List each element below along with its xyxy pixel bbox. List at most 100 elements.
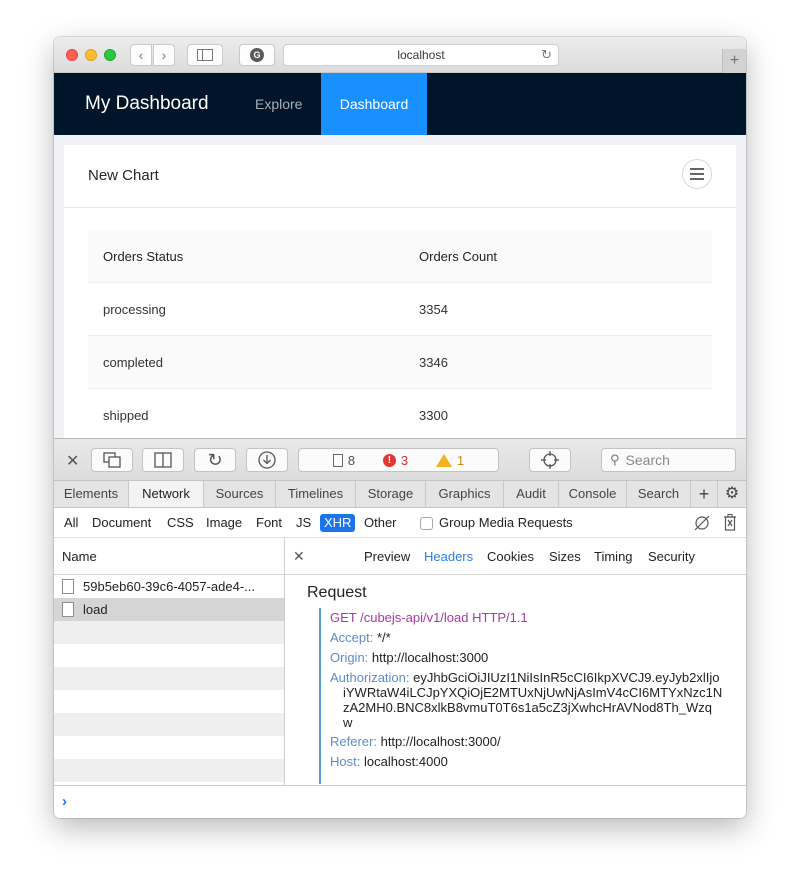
errors-count-group: ! 3 bbox=[382, 453, 408, 468]
nav-item-dashboard[interactable]: Dashboard bbox=[321, 73, 427, 135]
card-menu-button[interactable] bbox=[682, 159, 712, 189]
filter-other[interactable]: Other bbox=[364, 515, 397, 530]
nav-item-explore[interactable]: Explore bbox=[255, 73, 302, 135]
close-devtools-icon[interactable]: ✕ bbox=[66, 451, 79, 471]
close-window-button[interactable] bbox=[66, 49, 78, 61]
console-prompt-bar[interactable]: › bbox=[54, 785, 746, 818]
tab-network[interactable]: Network bbox=[129, 481, 204, 507]
header-value-continued: w bbox=[343, 715, 353, 730]
card-title: New Chart bbox=[88, 167, 159, 184]
header-origin: Origin: http://localhost:3000 bbox=[330, 648, 729, 668]
detail-tab-sizes[interactable]: Sizes bbox=[549, 538, 581, 575]
devtools-toolbar: ✕ ↻ 8 ! 3 1 ⚲ Search bbox=[54, 438, 746, 481]
filter-all[interactable]: All bbox=[64, 515, 78, 530]
table-row: completed 3346 bbox=[88, 336, 712, 389]
address-bar[interactable]: localhost ↻ bbox=[283, 44, 559, 66]
app-header: My Dashboard Explore Dashboard bbox=[54, 73, 746, 135]
column-header-orders-count: Orders Count bbox=[419, 248, 498, 264]
empty-row bbox=[54, 667, 284, 690]
filter-image[interactable]: Image bbox=[206, 515, 242, 530]
devtools-search-field[interactable]: ⚲ Search bbox=[601, 448, 736, 472]
search-icon: ⚲ bbox=[610, 452, 620, 467]
download-button[interactable] bbox=[246, 448, 288, 472]
name-column-header[interactable]: Name bbox=[54, 538, 284, 575]
minimize-window-button[interactable] bbox=[85, 49, 97, 61]
table-cell-count: 3346 bbox=[419, 354, 448, 370]
sidebar-toggle-button[interactable] bbox=[187, 44, 223, 66]
table-header-row: Orders Status Orders Count bbox=[88, 230, 712, 283]
header-host: Host: localhost:4000 bbox=[330, 752, 729, 772]
sidebar-icon bbox=[197, 49, 213, 61]
url-text: localhost bbox=[397, 48, 445, 62]
header-value-continued: iYWRtaW4iLCJpYXQiOjE2MTUxNjUwNjAsImV4cCI… bbox=[343, 685, 723, 700]
document-icon bbox=[332, 453, 343, 467]
file-icon bbox=[62, 602, 74, 617]
chevron-right-icon: › bbox=[161, 47, 167, 63]
detail-tab-bar: ✕ Preview Headers Cookies Sizes Timing S… bbox=[285, 538, 746, 575]
disable-cache-icon[interactable] bbox=[694, 515, 710, 531]
table-cell-count: 3354 bbox=[419, 301, 448, 317]
dashboard-content: New Chart Orders Status Orders Count pro… bbox=[54, 135, 746, 438]
filter-js[interactable]: JS bbox=[296, 515, 311, 530]
network-filter-bar: All Document CSS Image Font JS XHR Other… bbox=[54, 508, 746, 538]
tab-console[interactable]: Console bbox=[559, 481, 627, 507]
header-value: http://localhost:3000/ bbox=[380, 734, 501, 749]
card-divider bbox=[64, 207, 736, 208]
grammarly-extension-button[interactable]: G bbox=[239, 44, 275, 66]
detail-tab-preview[interactable]: Preview bbox=[364, 538, 410, 575]
reload-icon: ↻ bbox=[207, 449, 223, 470]
reload-icon[interactable]: ↻ bbox=[541, 47, 552, 63]
title-bar: ‹ › G localhost ↻ + bbox=[54, 37, 746, 73]
error-icon: ! bbox=[382, 453, 396, 467]
filter-xhr[interactable]: XHR bbox=[320, 514, 356, 532]
request-line: GET /cubejs-api/v1/load HTTP/1.1 bbox=[330, 610, 528, 625]
clear-log-icon[interactable] bbox=[723, 514, 737, 531]
tab-audit[interactable]: Audit bbox=[504, 481, 559, 507]
request-row-selected[interactable]: load bbox=[54, 598, 284, 621]
header-key: Origin: bbox=[330, 650, 369, 665]
column-header-orders-status: Orders Status bbox=[103, 248, 184, 264]
empty-row bbox=[54, 759, 284, 782]
tab-elements[interactable]: Elements bbox=[54, 481, 129, 507]
detail-tab-headers[interactable]: Headers bbox=[424, 538, 473, 575]
resources-count-group: 8 bbox=[332, 453, 355, 468]
detail-tab-timing[interactable]: Timing bbox=[594, 538, 633, 575]
tab-storage[interactable]: Storage bbox=[356, 481, 426, 507]
back-button[interactable]: ‹ bbox=[130, 44, 152, 66]
request-list-pane: Name 59b5eb60-39c6-4057-ade4-... load bbox=[54, 538, 285, 785]
plus-icon: + bbox=[698, 484, 710, 504]
dock-side-button[interactable] bbox=[142, 448, 184, 472]
dock-side-icon bbox=[154, 452, 172, 468]
request-detail-pane: ✕ Preview Headers Cookies Sizes Timing S… bbox=[285, 538, 746, 785]
resource-summary[interactable]: 8 ! 3 1 bbox=[298, 448, 499, 472]
reload-page-button[interactable]: ↻ bbox=[194, 448, 236, 472]
grammarly-icon: G bbox=[250, 48, 264, 62]
warnings-count: 1 bbox=[456, 452, 465, 468]
add-tab-button[interactable]: + bbox=[691, 481, 718, 507]
request-row[interactable]: 59b5eb60-39c6-4057-ade4-... bbox=[54, 575, 284, 598]
filter-font[interactable]: Font bbox=[256, 515, 282, 530]
tab-graphics[interactable]: Graphics bbox=[426, 481, 504, 507]
tab-search[interactable]: Search bbox=[627, 481, 691, 507]
detail-tab-security[interactable]: Security bbox=[648, 538, 695, 575]
devtools-settings-button[interactable]: ⚙ bbox=[718, 481, 746, 507]
undock-button[interactable] bbox=[91, 448, 133, 472]
console-prompt-icon: › bbox=[62, 793, 67, 810]
menu-icon bbox=[690, 168, 704, 180]
tab-sources[interactable]: Sources bbox=[204, 481, 276, 507]
header-key: Referer: bbox=[330, 734, 377, 749]
filter-document[interactable]: Document bbox=[92, 515, 151, 530]
header-value-continued: zA2MH0.BNC8xlkB8vmuT0T6s1a5cZ3jXwhcHrAVN… bbox=[343, 700, 712, 715]
zoom-window-button[interactable] bbox=[104, 49, 116, 61]
group-media-checkbox[interactable] bbox=[420, 517, 433, 530]
new-tab-button[interactable]: + bbox=[722, 49, 746, 73]
forward-button[interactable]: › bbox=[153, 44, 175, 66]
header-accept: Accept: */* bbox=[330, 628, 729, 648]
filter-css[interactable]: CSS bbox=[167, 515, 194, 530]
close-detail-icon[interactable]: ✕ bbox=[293, 538, 305, 575]
detail-tab-cookies[interactable]: Cookies bbox=[487, 538, 534, 575]
element-picker-button[interactable] bbox=[529, 448, 571, 472]
table-cell-status: processing bbox=[103, 301, 166, 317]
table-row: shipped 3300 bbox=[88, 389, 712, 438]
tab-timelines[interactable]: Timelines bbox=[276, 481, 356, 507]
